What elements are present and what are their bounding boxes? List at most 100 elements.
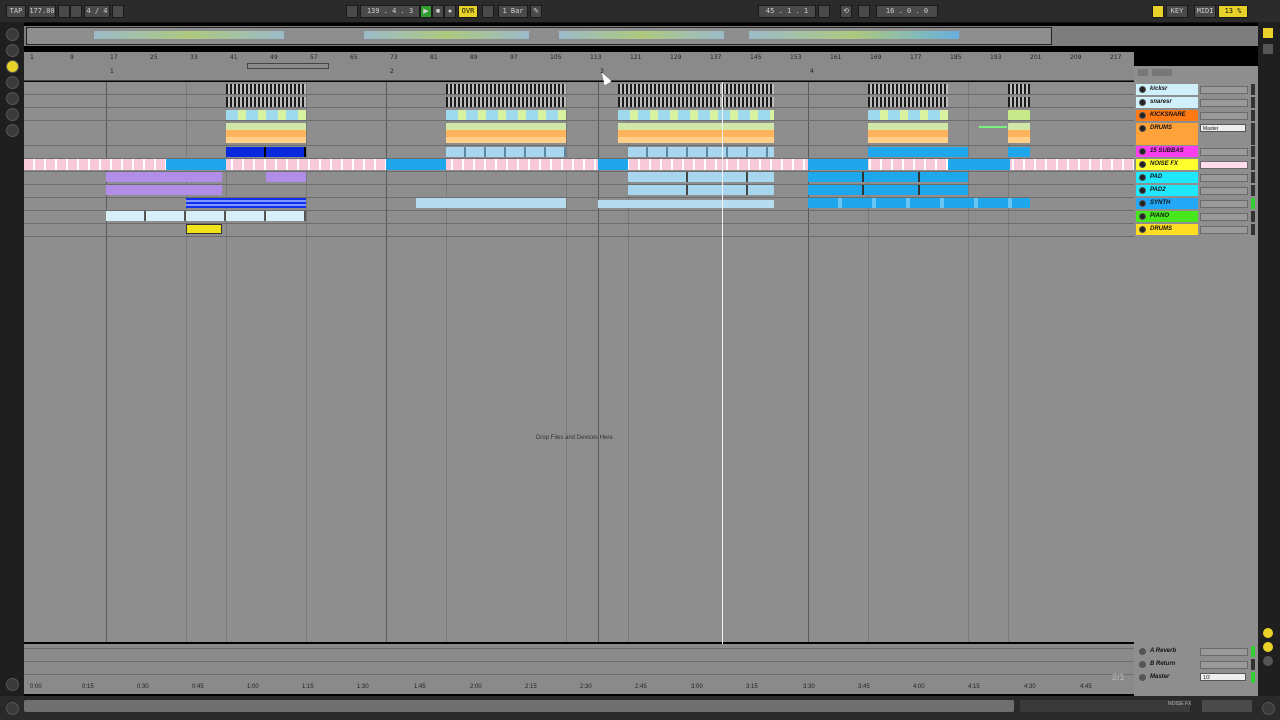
audio-clip[interactable] [226,110,306,120]
audio-clip[interactable] [266,172,306,182]
track-header[interactable]: kicksr [1136,84,1256,95]
playhead[interactable] [722,82,723,682]
audio-clip[interactable] [598,159,628,170]
loop-button[interactable]: ⟲ [840,5,852,18]
play-button[interactable]: ▶ [420,5,432,18]
time-signature-field[interactable]: 4 / 4 [84,5,110,18]
audio-clip[interactable] [618,123,774,143]
midi-clip[interactable] [618,84,774,94]
audio-clip[interactable] [618,110,774,120]
audio-clip[interactable] [446,110,566,120]
audio-clip[interactable] [446,147,566,157]
track-volume[interactable] [1200,213,1248,221]
output-routing-menu[interactable]: Master [1200,124,1246,132]
folder-icon[interactable] [6,124,19,137]
audio-clip[interactable] [598,200,774,208]
track-activator-icon[interactable] [1139,161,1146,168]
punch-out-button[interactable] [858,5,870,18]
audio-clip[interactable] [808,198,1030,208]
track-activator-icon[interactable] [1139,226,1146,233]
follow-button[interactable] [346,5,358,18]
audio-clip[interactable] [808,172,968,182]
audio-clip[interactable] [226,147,306,157]
track-volume[interactable] [1200,174,1248,182]
master-routing-menu[interactable]: 1/2 [1200,673,1246,681]
midi-clip[interactable] [868,84,948,94]
info-view-icon[interactable] [6,678,19,691]
track-volume[interactable] [1200,648,1248,656]
track-activator-icon[interactable] [1139,200,1146,207]
detail-view-toggles[interactable] [1202,700,1252,712]
track-volume[interactable] [1200,187,1248,195]
arrangement-view[interactable] [24,82,1134,642]
audio-clip[interactable] [106,172,222,182]
track-volume[interactable] [1200,200,1248,208]
return-track-header[interactable]: B Return [1136,659,1256,670]
arrangement-view-icon[interactable] [1263,44,1273,54]
audio-clip[interactable] [386,159,446,170]
midi-map-button[interactable]: MIDI [1194,5,1216,18]
midi-clip[interactable] [1008,97,1030,107]
stop-button[interactable]: ■ [432,5,444,18]
audio-clip[interactable] [446,123,566,143]
midi-clip[interactable] [226,97,306,107]
track-activator-icon[interactable] [1139,86,1146,93]
audio-clip[interactable] [106,185,222,195]
loop-start-field[interactable]: 45 . 1 . 1 [758,5,816,18]
track-header[interactable]: NOISE FX [1136,159,1256,170]
audio-clip[interactable] [416,198,566,208]
session-view-icon[interactable] [1263,28,1273,38]
returns-toggle-icon[interactable] [1263,656,1273,666]
audio-clip[interactable] [868,110,948,120]
sends-toggle-icon[interactable] [1263,642,1273,652]
locator-marker[interactable]: 1 [110,68,114,75]
info-toggle-icon[interactable] [6,702,19,715]
track-volume[interactable] [1200,161,1248,169]
track-activator-icon[interactable] [1139,125,1146,132]
tempo-field[interactable]: 177.00 [28,5,56,18]
nudge-down-button[interactable] [58,5,70,18]
audio-clip[interactable] [868,147,968,157]
automation-arm-button[interactable] [482,5,494,18]
punch-in-button[interactable] [818,5,830,18]
midi-clip[interactable] [1008,84,1030,94]
places-icon[interactable] [6,108,19,121]
midi-clip[interactable] [446,97,566,107]
audio-clip[interactable] [808,185,968,195]
plugins-icon[interactable] [6,60,19,73]
audio-clip[interactable] [948,159,1010,170]
song-position-field[interactable]: 139 . 4 . 3 [360,5,420,18]
quantize-menu[interactable]: 1 Bar [498,5,528,18]
audio-clip[interactable] [186,198,306,208]
track-volume[interactable] [1200,112,1248,120]
time-ruler[interactable]: 0:00 0:15 0:30 0:45 1:00 1:15 1:30 1:45 … [24,682,1134,694]
audio-clip[interactable] [628,185,774,195]
track-header[interactable]: 15 SUBBAS [1136,146,1256,157]
audio-clip[interactable] [186,224,222,234]
audio-clip[interactable] [1008,123,1030,143]
draw-mode-button[interactable]: ✎ [530,5,542,18]
track-activator-icon[interactable] [1139,187,1146,194]
track-activator-icon[interactable] [1139,112,1146,119]
io-toggle-icon[interactable] [1263,628,1273,638]
audio-clip[interactable] [868,123,948,143]
beat-time-ruler[interactable]: 1 9 17 25 33 41 49 57 65 73 81 89 97 105… [24,52,1134,81]
nudge-up-button[interactable] [70,5,82,18]
overdub-button[interactable]: OVR [458,5,478,18]
track-activator-icon[interactable] [1139,213,1146,220]
track-header[interactable]: PAD2 [1136,185,1256,196]
loop-length-field[interactable]: 16 . 0 . 0 [876,5,938,18]
audio-clip[interactable] [628,147,774,157]
record-button[interactable]: ● [444,5,456,18]
master-track-header[interactable]: Master 1/2 [1136,672,1256,683]
audio-clip[interactable] [808,159,868,170]
clips-icon[interactable] [6,76,19,89]
midi-clip[interactable] [618,97,774,107]
track-header[interactable]: SYNTH [1136,198,1256,209]
track-volume[interactable] [1200,86,1248,94]
track-volume[interactable] [1200,99,1248,107]
key-map-indicator[interactable] [1152,5,1164,18]
track-volume[interactable] [1200,148,1248,156]
audio-clip[interactable] [1008,110,1030,120]
audio-clip[interactable] [106,211,306,221]
